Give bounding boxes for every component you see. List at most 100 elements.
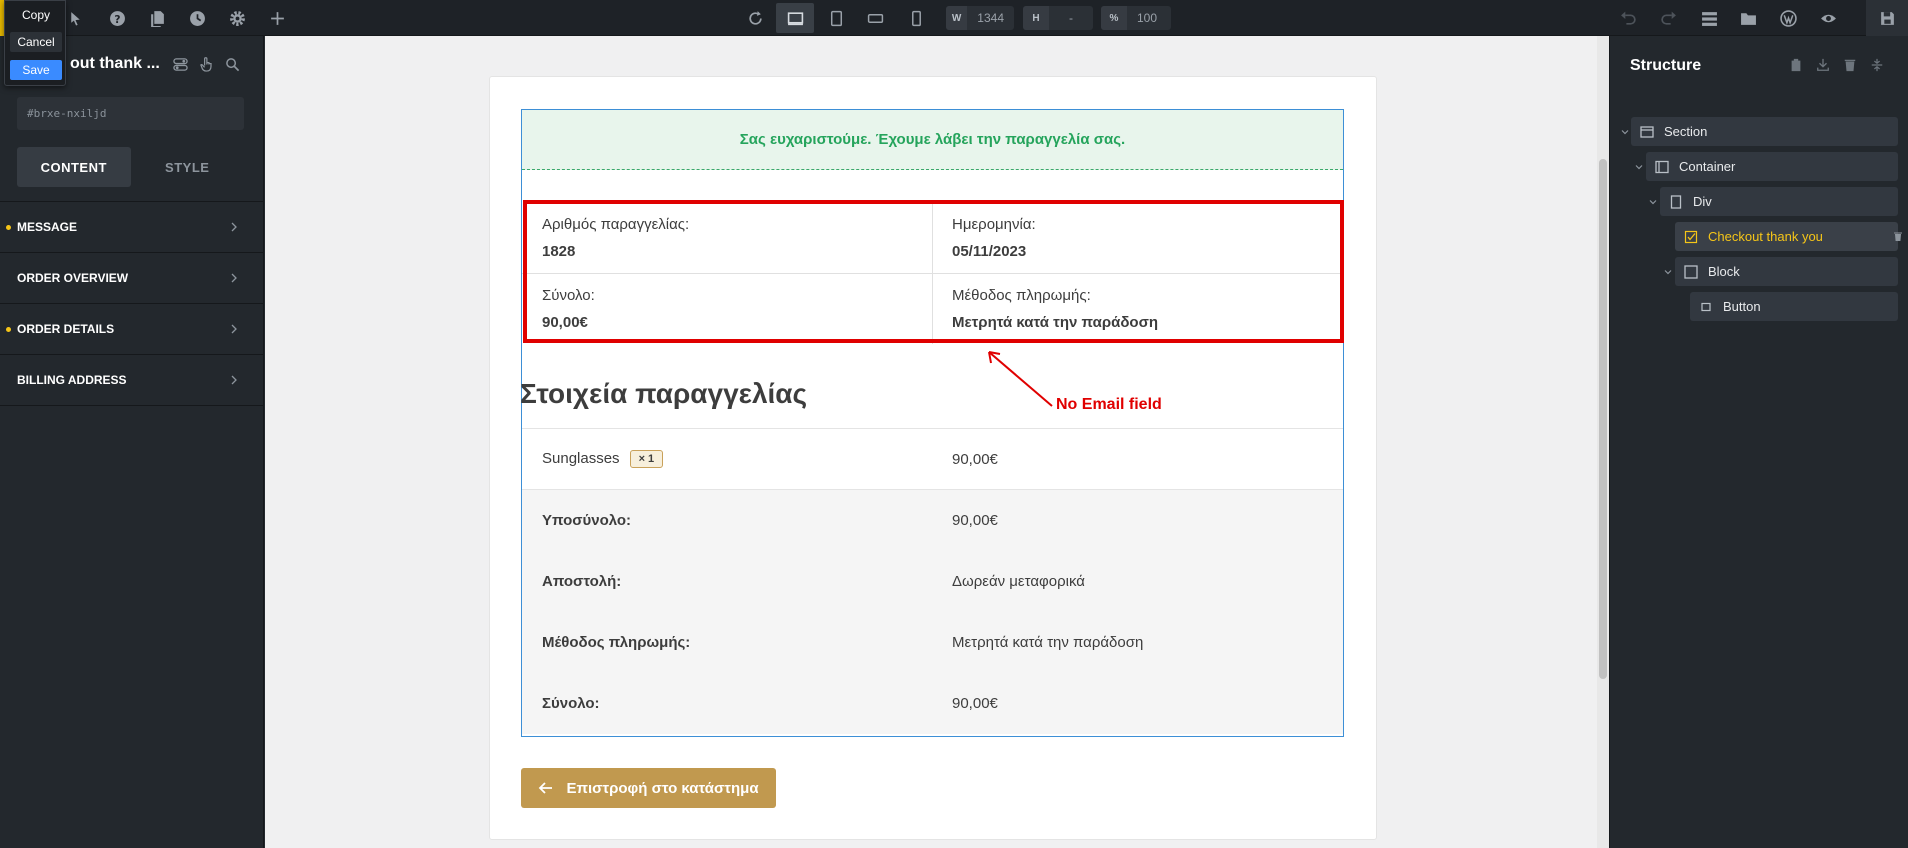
modified-indicator-dot xyxy=(6,327,11,332)
block-icon xyxy=(1684,264,1698,279)
totals-label: Αποστολή: xyxy=(542,573,622,590)
annotation-note: No Email field xyxy=(1056,396,1162,413)
download-icon[interactable] xyxy=(1815,57,1831,73)
clipboard-icon[interactable] xyxy=(1788,57,1804,73)
modified-indicator-dot xyxy=(6,225,11,230)
desktop-breakpoint-icon[interactable] xyxy=(776,3,814,33)
chevron-down-icon[interactable] xyxy=(1663,267,1673,277)
zoom-label: % xyxy=(1101,6,1127,30)
scrollbar-thumb[interactable] xyxy=(1599,159,1607,679)
return-to-shop-button[interactable]: Επιστροφή στο κατάστημα xyxy=(521,768,776,808)
product-name: Sunglasses xyxy=(542,449,620,467)
pages-icon[interactable] xyxy=(146,7,168,29)
totals-label: Υποσύνολο: xyxy=(542,512,632,529)
totals-value: 90,00€ xyxy=(952,695,998,712)
chevron-down-icon[interactable] xyxy=(1620,127,1630,137)
structure-layers-icon[interactable] xyxy=(1698,7,1720,29)
copy-button[interactable]: Copy xyxy=(10,5,62,25)
tree-item-container[interactable]: Container xyxy=(1646,152,1898,181)
height-value: - xyxy=(1069,11,1073,25)
delete-small-icon[interactable] xyxy=(1893,231,1903,242)
mobile-landscape-icon[interactable] xyxy=(864,7,886,29)
save-template-popup: Copy Cancel Save xyxy=(4,0,66,86)
help-icon[interactable]: ? xyxy=(106,7,128,29)
table-row: Υποσύνολο: 90,00€ xyxy=(522,490,1343,551)
width-label: W xyxy=(946,6,968,30)
save-button[interactable]: Save xyxy=(10,60,62,80)
tree-item-checkout-thank-you[interactable]: Checkout thank you xyxy=(1675,222,1898,251)
folder-icon[interactable] xyxy=(1737,7,1759,29)
structure-panel: Structure Section Container Div Checkout… xyxy=(1609,36,1908,848)
group-label: MESSAGE xyxy=(17,220,78,234)
group-label: ORDER OVERVIEW xyxy=(17,271,129,285)
add-element-icon[interactable] xyxy=(266,7,288,29)
chevron-down-icon[interactable] xyxy=(1634,162,1644,172)
chevron-down-icon[interactable] xyxy=(1648,197,1658,207)
group-label: ORDER DETAILS xyxy=(17,322,115,336)
group-message[interactable]: MESSAGE xyxy=(0,202,264,253)
panel-tabs: CONTENT STYLE xyxy=(17,147,244,187)
element-settings-panel: out thank ... #brxe-nxiljd CONTENT STYLE… xyxy=(0,36,264,848)
tab-style[interactable]: STYLE xyxy=(131,147,245,187)
table-row: Σύνολο: 90,00€ xyxy=(522,673,1343,734)
tablet-portrait-icon[interactable] xyxy=(825,7,847,29)
tree-item-block[interactable]: Block xyxy=(1675,257,1898,286)
canvas-height-field[interactable]: H - xyxy=(1023,6,1093,30)
zoom-value: 100 xyxy=(1137,11,1158,25)
group-order-overview[interactable]: ORDER OVERVIEW xyxy=(0,253,264,304)
trash-icon[interactable] xyxy=(1842,57,1858,73)
interactions-pointer-icon[interactable] xyxy=(198,56,215,73)
structure-actions xyxy=(1788,57,1885,73)
table-row: Αποστολή: Δωρεάν μεταφορικά xyxy=(522,551,1343,612)
element-title-actions xyxy=(172,56,241,73)
button-icon xyxy=(1701,302,1711,311)
button-label: Επιστροφή στο κατάστημα xyxy=(566,779,759,797)
tree-item-section[interactable]: Section xyxy=(1631,117,1898,146)
annotation-highlight-box xyxy=(523,200,1344,343)
search-icon[interactable] xyxy=(224,56,241,73)
redo-icon[interactable] xyxy=(1657,7,1679,29)
collapse-all-icon[interactable] xyxy=(1869,57,1885,73)
tree-label: Div xyxy=(1693,194,1712,209)
preview-eye-icon[interactable] xyxy=(1817,7,1839,29)
group-order-details[interactable]: ORDER DETAILS xyxy=(0,304,264,355)
chevron-right-icon xyxy=(231,375,237,385)
undo-icon[interactable] xyxy=(1617,7,1639,29)
totals-label: Σύνολο: xyxy=(542,695,600,712)
order-details-table: Sunglasses × 1 90,00€ Υποσύνολο: 90,00€ Α… xyxy=(522,428,1343,734)
table-row: Μέθοδος πληρωμής: Μετρητά κατά την παράδ… xyxy=(522,612,1343,673)
product-price: 90,00€ xyxy=(952,450,998,468)
save-disk-icon[interactable] xyxy=(1866,0,1908,36)
wordpress-icon[interactable] xyxy=(1777,7,1799,29)
group-billing-address[interactable]: BILLING ADDRESS xyxy=(0,355,264,406)
tab-content[interactable]: CONTENT xyxy=(17,147,131,187)
settings-gear-icon[interactable] xyxy=(226,7,248,29)
structure-title: Structure xyxy=(1630,57,1702,74)
cancel-button[interactable]: Cancel xyxy=(10,32,62,52)
element-title: out thank ... xyxy=(70,55,160,72)
cursor-icon[interactable] xyxy=(64,7,86,29)
arrow-left-icon xyxy=(539,782,553,794)
svg-text:?: ? xyxy=(114,12,120,25)
mobile-portrait-icon[interactable] xyxy=(905,7,927,29)
chevron-right-icon xyxy=(231,273,237,283)
tree-item-button[interactable]: Button xyxy=(1690,292,1898,321)
element-id-field[interactable]: #brxe-nxiljd xyxy=(17,97,244,130)
height-label: H xyxy=(1023,6,1049,30)
quantity-badge: × 1 xyxy=(629,450,664,469)
totals-value: Μετρητά κατά την παράδοση xyxy=(952,634,1144,651)
section-icon xyxy=(1640,125,1654,138)
canvas-scrollbar[interactable] xyxy=(1597,36,1609,848)
totals-label: Μέθοδος πληρωμής: xyxy=(542,634,691,651)
control-groups: MESSAGE ORDER OVERVIEW ORDER DETAILS BIL… xyxy=(0,201,264,406)
tree-item-div[interactable]: Div xyxy=(1660,187,1898,216)
div-icon xyxy=(1670,194,1682,209)
thank-you-message: Σας ευχαριστούμε. Έχουμε λάβει την παραγ… xyxy=(522,110,1343,170)
conditions-toggle-icon[interactable] xyxy=(172,56,189,73)
history-icon[interactable] xyxy=(186,7,208,29)
canvas-width-field[interactable]: W 1344 xyxy=(946,6,1014,30)
refresh-icon[interactable] xyxy=(744,7,766,29)
tree-label: Container xyxy=(1679,159,1736,174)
zoom-field[interactable]: % 100 xyxy=(1101,6,1171,30)
order-details-heading: Στοιχεία παραγγελίας xyxy=(520,378,808,409)
